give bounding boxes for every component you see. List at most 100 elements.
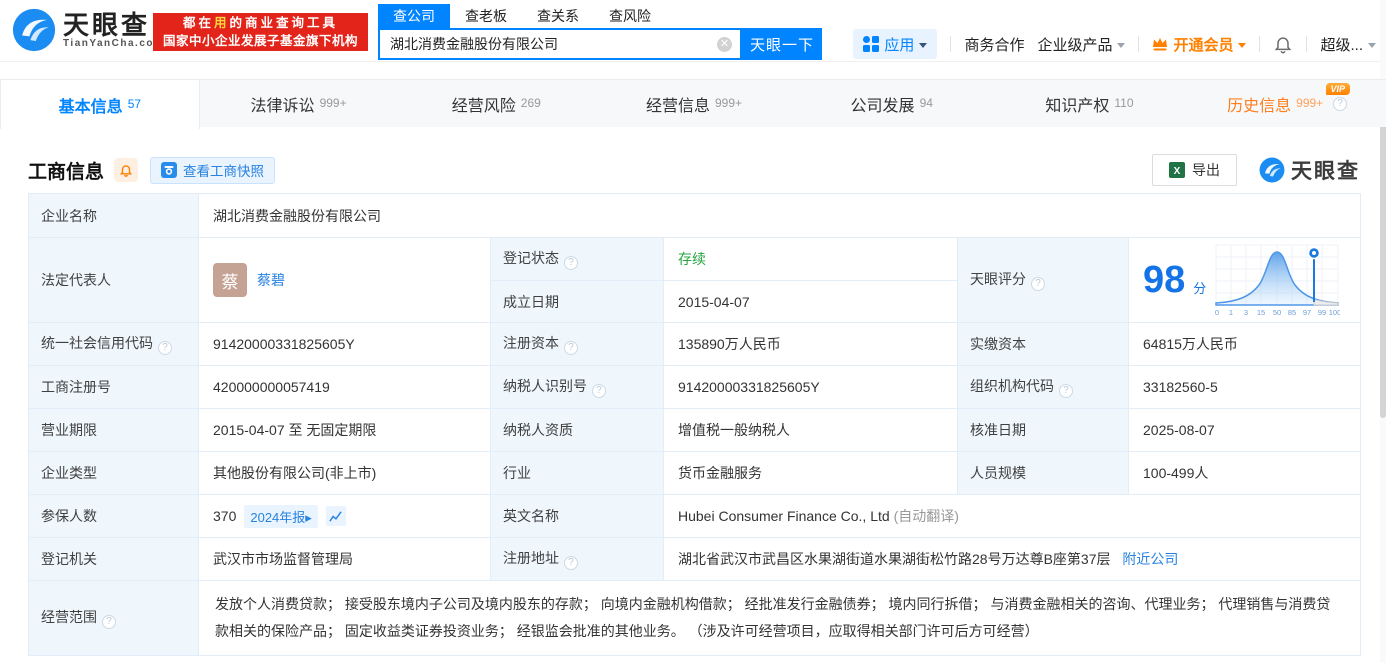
- field-label-industry: 行业: [490, 451, 664, 495]
- top-header: 天眼查 TianYanCha.com 都在用的商业查询工具 国家中小企业发展子基…: [0, 0, 1386, 62]
- nav-divider: [1259, 36, 1261, 52]
- svg-text:0: 0: [1215, 308, 1219, 317]
- legal-rep-avatar[interactable]: 蔡: [213, 263, 247, 297]
- bell-icon: [1275, 37, 1292, 54]
- field-value-establish-date: 2015-04-07: [663, 280, 958, 323]
- field-value-reg-authority: 武汉市市场监督管理局: [198, 537, 491, 581]
- score-unit: 分: [1193, 280, 1207, 296]
- field-value-approval-date: 2025-08-07: [1127, 408, 1362, 452]
- search-input[interactable]: [380, 30, 740, 58]
- nav-business-cooperation[interactable]: 商务合作: [964, 34, 1024, 55]
- nav-super-vip[interactable]: 超级...: [1320, 34, 1376, 55]
- nav-open-vip[interactable]: 开通会员: [1152, 34, 1247, 55]
- excel-icon: X: [1169, 162, 1185, 178]
- field-label-taxpayer-id: 纳税人识别号?: [490, 365, 664, 409]
- tianyancha-logo-icon: [1259, 157, 1285, 183]
- help-icon[interactable]: ?: [102, 615, 116, 629]
- field-value-english-name: Hubei Consumer Finance Co., Ltd (自动翻译): [662, 494, 1362, 538]
- field-value-paid-capital: 64815万人民币: [1127, 322, 1362, 366]
- search-tab-boss[interactable]: 查老板: [450, 4, 522, 28]
- field-value-staff-size: 100-499人: [1127, 451, 1362, 495]
- field-label-business-term: 营业期限: [28, 408, 199, 452]
- svg-text:85: 85: [1288, 308, 1296, 317]
- field-value-company-type: 其他股份有限公司(非上市): [198, 451, 491, 495]
- tab-legal-litigation[interactable]: 法律诉讼 999+: [200, 80, 398, 128]
- field-label-reg-status: 登记状态?: [490, 237, 664, 281]
- field-label-company-name: 企业名称: [28, 193, 199, 238]
- nav-notifications[interactable]: [1273, 34, 1293, 54]
- help-icon[interactable]: ?: [592, 384, 606, 398]
- line-chart-icon: [329, 510, 342, 522]
- site-logo[interactable]: 天眼查 TianYanCha.com: [12, 8, 164, 52]
- search-tab-relation[interactable]: 查关系: [522, 4, 594, 28]
- help-icon[interactable]: ?: [564, 556, 578, 570]
- field-label-staff-size: 人员规模: [957, 451, 1129, 495]
- field-label-business-scope: 经营范围?: [28, 580, 199, 656]
- status-badge: 存续: [678, 251, 706, 267]
- tab-basic-info[interactable]: 基本信息 57: [0, 80, 200, 129]
- search-tab-risk[interactable]: 查风险: [594, 4, 666, 28]
- field-value-business-term: 2015-04-07 至 无固定期限: [198, 408, 491, 452]
- table-row: 企业类型 其他股份有限公司(非上市) 行业 货币金融服务 人员规模 100-49…: [28, 451, 1362, 495]
- field-label-reg-capital: 注册资本?: [490, 322, 664, 366]
- help-icon[interactable]: ?: [1333, 97, 1348, 111]
- slogan-line2: 国家中小企业发展子基金旗下机构: [162, 34, 358, 48]
- help-icon[interactable]: ?: [564, 256, 578, 270]
- section-title: 工商信息: [28, 161, 105, 183]
- tab-intellectual-property[interactable]: 知识产权 110: [991, 80, 1189, 128]
- help-icon[interactable]: ?: [1059, 384, 1073, 398]
- search-input-wrap: ✕: [378, 28, 742, 60]
- field-label-org-code: 组织机构代码?: [957, 365, 1129, 409]
- trend-chart-button[interactable]: [325, 506, 346, 526]
- field-value-taxpayer-quality: 增值税一般纳税人: [663, 408, 958, 452]
- slogan-badge: 都在用的商业查询工具 国家中小企业发展子基金旗下机构: [153, 13, 368, 51]
- field-value-reg-number: 420000000057419: [198, 365, 491, 409]
- score-distribution-chart[interactable]: 0 1 3 15 50 85 97 99 100: [1214, 243, 1340, 317]
- table-row: 参保人数 370 2024年报▸ 英文名称 Hubei Consumer Fin…: [28, 494, 1362, 538]
- annual-report-badge[interactable]: 2024年报▸: [244, 504, 318, 528]
- camera-icon: [161, 162, 178, 178]
- field-value-reg-status: 存续: [663, 237, 958, 281]
- tab-company-development[interactable]: 公司发展 94: [793, 80, 991, 128]
- legal-rep-name-link[interactable]: 蔡碧: [257, 270, 285, 290]
- tab-business-risk[interactable]: 经营风险 269: [397, 80, 595, 128]
- help-icon[interactable]: ?: [564, 341, 578, 355]
- nearby-companies-link[interactable]: 附近公司: [1122, 551, 1178, 567]
- field-value-business-scope: 发放个人消费贷款； 接受股东境内子公司及境内股东的存款； 向境内金融机构借款； …: [197, 580, 1362, 656]
- help-icon[interactable]: ?: [1031, 277, 1045, 291]
- tab-history-info[interactable]: VIP 历史信息 999+ ?: [1188, 80, 1386, 128]
- tab-business-info[interactable]: 经营信息 999+: [595, 80, 793, 128]
- field-label-score: 天眼评分?: [957, 237, 1129, 323]
- vip-badge: VIP: [1325, 83, 1351, 95]
- company-tab-bar: 基本信息 57 法律诉讼 999+ 经营风险 269 经营信息 999+ 公司发…: [0, 79, 1386, 129]
- field-label-reg-number: 工商注册号: [28, 365, 199, 409]
- svg-text:97: 97: [1303, 308, 1311, 317]
- svg-text:X: X: [1174, 166, 1181, 177]
- table-row: 法定代表人 蔡 蔡碧 登记状态? 存续 天眼评分? 98 分 0 1 3 15 …: [28, 237, 1362, 323]
- business-snapshot-button[interactable]: 查看工商快照: [150, 156, 276, 184]
- header-nav: 应用 商务合作 企业级产品 开通会员 超级...: [853, 28, 1376, 60]
- bell-icon: [119, 165, 133, 177]
- field-label-english-name: 英文名称: [490, 494, 664, 538]
- chevron-down-icon: [1368, 42, 1376, 48]
- monitor-bell-button[interactable]: [114, 158, 139, 182]
- slogan-line1: 都在: [182, 16, 214, 30]
- nav-enterprise-product[interactable]: 企业级产品: [1037, 34, 1126, 55]
- search-button[interactable]: 天眼一下: [742, 28, 822, 60]
- search-tab-company[interactable]: 查公司: [378, 4, 450, 28]
- field-value-score: 98 分 0 1 3 15 50 85 97 99 100: [1127, 237, 1362, 323]
- nav-divider: [1306, 36, 1308, 52]
- help-icon[interactable]: ?: [158, 341, 172, 355]
- table-row: 工商注册号 420000000057419 纳税人识别号? 9142000033…: [28, 365, 1362, 409]
- export-button[interactable]: X 导出: [1152, 154, 1237, 186]
- svg-text:1: 1: [1229, 308, 1233, 317]
- field-value-credit-code: 91420000331825605Y: [198, 322, 491, 366]
- svg-text:100: 100: [1329, 308, 1340, 317]
- field-label-company-type: 企业类型: [28, 451, 199, 495]
- clear-search-icon[interactable]: ✕: [717, 37, 732, 52]
- field-value-insured-count: 370 2024年报▸: [198, 494, 491, 538]
- nav-apps[interactable]: 应用: [853, 29, 938, 59]
- field-label-reg-address: 注册地址?: [490, 537, 664, 581]
- scrollbar-thumb[interactable]: [1380, 88, 1386, 418]
- field-label-insured-count: 参保人数: [28, 494, 199, 538]
